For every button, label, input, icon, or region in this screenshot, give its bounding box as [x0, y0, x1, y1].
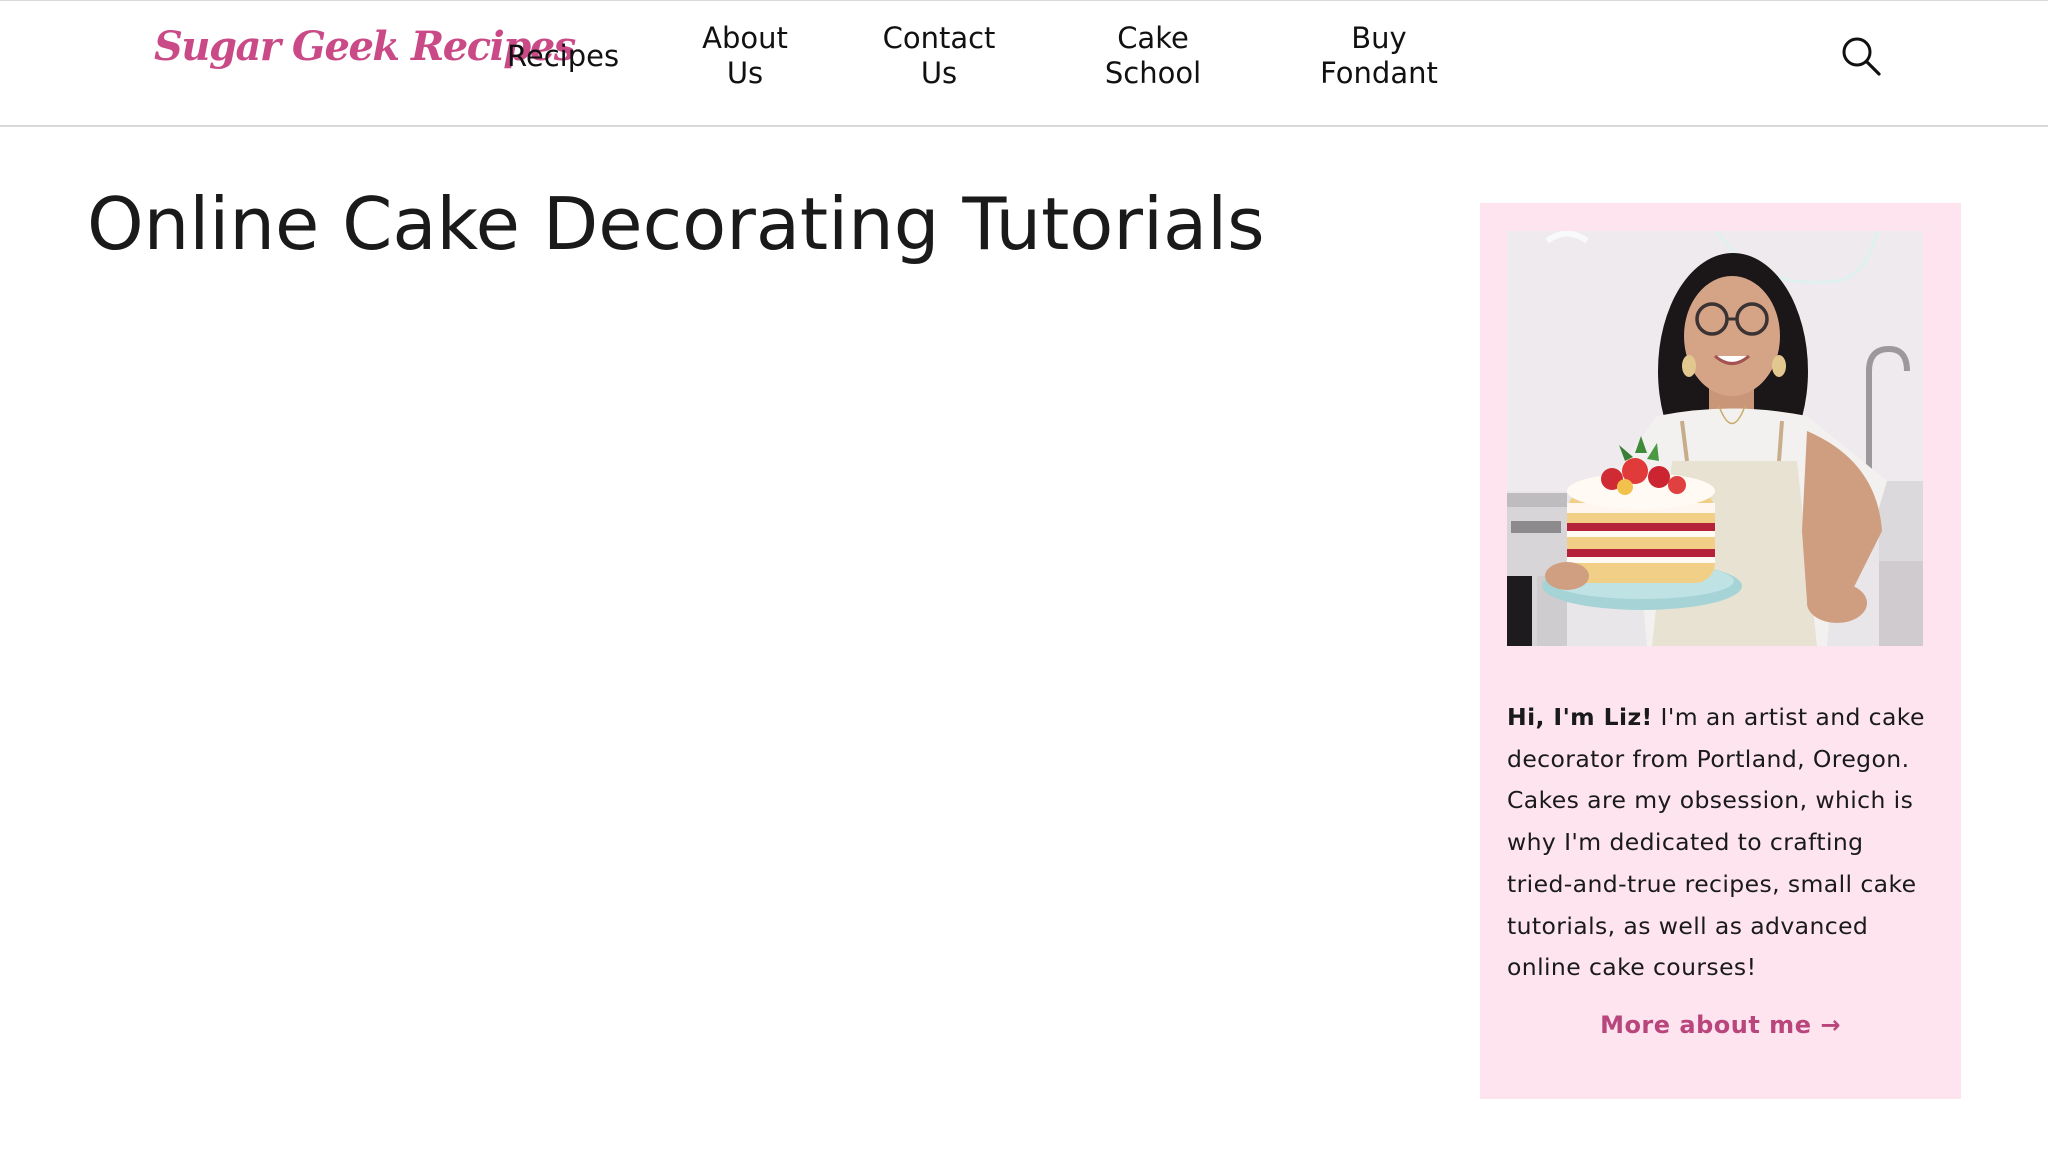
- nav-about-us[interactable]: About Us: [700, 21, 790, 91]
- nav-cake-school-label-line2: School: [1104, 56, 1202, 90]
- nav-about-label-line1: About: [702, 21, 788, 55]
- search-icon: [1842, 37, 1881, 76]
- site-header: Sugar Geek Recipes Recipes About Us Cont…: [0, 0, 2048, 127]
- about-card: Hi, I'm Liz! I'm an artist and cake deco…: [1480, 203, 1961, 1099]
- page-title: Online Cake Decorating Tutorials: [87, 182, 1265, 266]
- author-photo: [1507, 231, 1923, 646]
- nav-contact-us[interactable]: Contact Us: [878, 21, 1000, 91]
- page: Sugar Geek Recipes Recipes About Us Cont…: [0, 0, 2048, 1152]
- nav-cake-school[interactable]: Cake School: [1100, 21, 1206, 91]
- nav-contact-label-line2: Us: [920, 56, 958, 90]
- search-button[interactable]: [1838, 33, 1886, 81]
- nav-buy-fondant[interactable]: Buy Fondant: [1316, 21, 1442, 91]
- nav-contact-label-line1: Contact: [882, 21, 996, 55]
- more-about-me-link[interactable]: More about me →: [1480, 1011, 1961, 1039]
- author-photo-image: [1507, 231, 1923, 646]
- author-greeting: Hi, I'm Liz!: [1507, 703, 1653, 731]
- nav-buy-fondant-label-line2: Fondant: [1320, 56, 1438, 90]
- nav-recipes[interactable]: Recipes: [507, 39, 619, 74]
- nav-recipes-label: Recipes: [507, 39, 620, 73]
- author-bio-text: I'm an artist and cake decorator from Po…: [1507, 703, 1925, 982]
- nav-buy-fondant-label-line1: Buy: [1351, 21, 1407, 55]
- author-bio: Hi, I'm Liz! I'm an artist and cake deco…: [1507, 697, 1937, 989]
- nav-cake-school-label-line1: Cake: [1117, 21, 1189, 55]
- nav-about-label-line2: Us: [726, 56, 764, 90]
